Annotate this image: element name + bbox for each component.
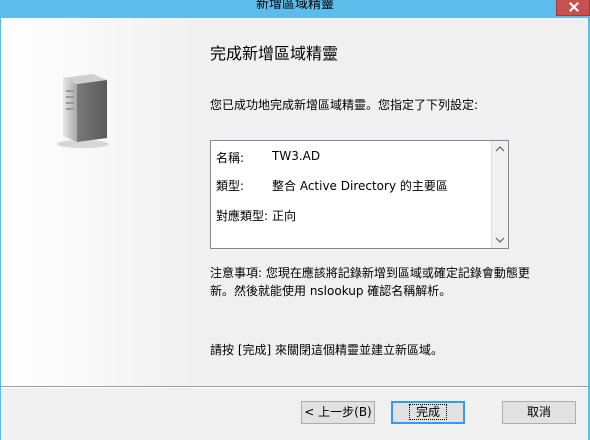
finish-button-label: 完成 [408, 404, 447, 420]
wizard-content: 完成新增區域精靈 您已成功地完成新增區域精靈。您指定了下列設定: 名稱: TW3… [192, 18, 588, 386]
vertical-scrollbar[interactable] [491, 141, 508, 248]
summary-value: 正向 [272, 209, 297, 223]
close-icon[interactable] [556, 0, 590, 16]
wizard-side-panel [1, 18, 192, 386]
summary-label: 名稱: [216, 151, 245, 165]
server-icon [57, 74, 109, 148]
title-bar[interactable]: 新增區域精靈 [0, 0, 590, 18]
summary-label: 對應類型: [216, 209, 269, 223]
finish-button[interactable]: 完成 [391, 401, 465, 424]
back-button-label: < 上一步(B) [304, 405, 372, 419]
summary-label: 類型: [216, 179, 245, 193]
finish-instruction: 請按 [完成] 來關閉這個精靈並建立新區域。 [210, 343, 443, 357]
settings-summary-box[interactable]: 名稱: TW3.AD 類型: 整合 Active Directory 的主要區 … [210, 140, 509, 249]
summary-value: 整合 Active Directory 的主要區 [272, 179, 448, 193]
summary-row-type: 類型: 整合 Active Directory 的主要區 [216, 177, 448, 194]
page-title: 完成新增區域精靈 [210, 44, 339, 63]
cancel-button-label: 取消 [526, 405, 551, 419]
chevron-up-icon[interactable] [492, 141, 508, 157]
back-button[interactable]: < 上一步(B) [301, 401, 375, 424]
button-separator [1, 386, 588, 388]
chevron-down-icon[interactable] [492, 232, 508, 248]
note-text: 注意事項: 您現在應該將記錄新增到區域或確定記錄會動態更新。然後就能使用 nsl… [210, 266, 530, 298]
summary-row-lookup-type: 對應類型: 正向 [216, 207, 296, 224]
intro-text: 您已成功地完成新增區域精靈。您指定了下列設定: [210, 98, 479, 112]
window-title: 新增區域精靈 [255, 0, 334, 12]
wizard-client-area: 完成新增區域精靈 您已成功地完成新增區域精靈。您指定了下列設定: 名稱: TW3… [1, 18, 588, 440]
cancel-button[interactable]: 取消 [502, 401, 576, 424]
summary-row-name: 名稱: TW3.AD [216, 149, 320, 166]
summary-value: TW3.AD [272, 149, 321, 163]
